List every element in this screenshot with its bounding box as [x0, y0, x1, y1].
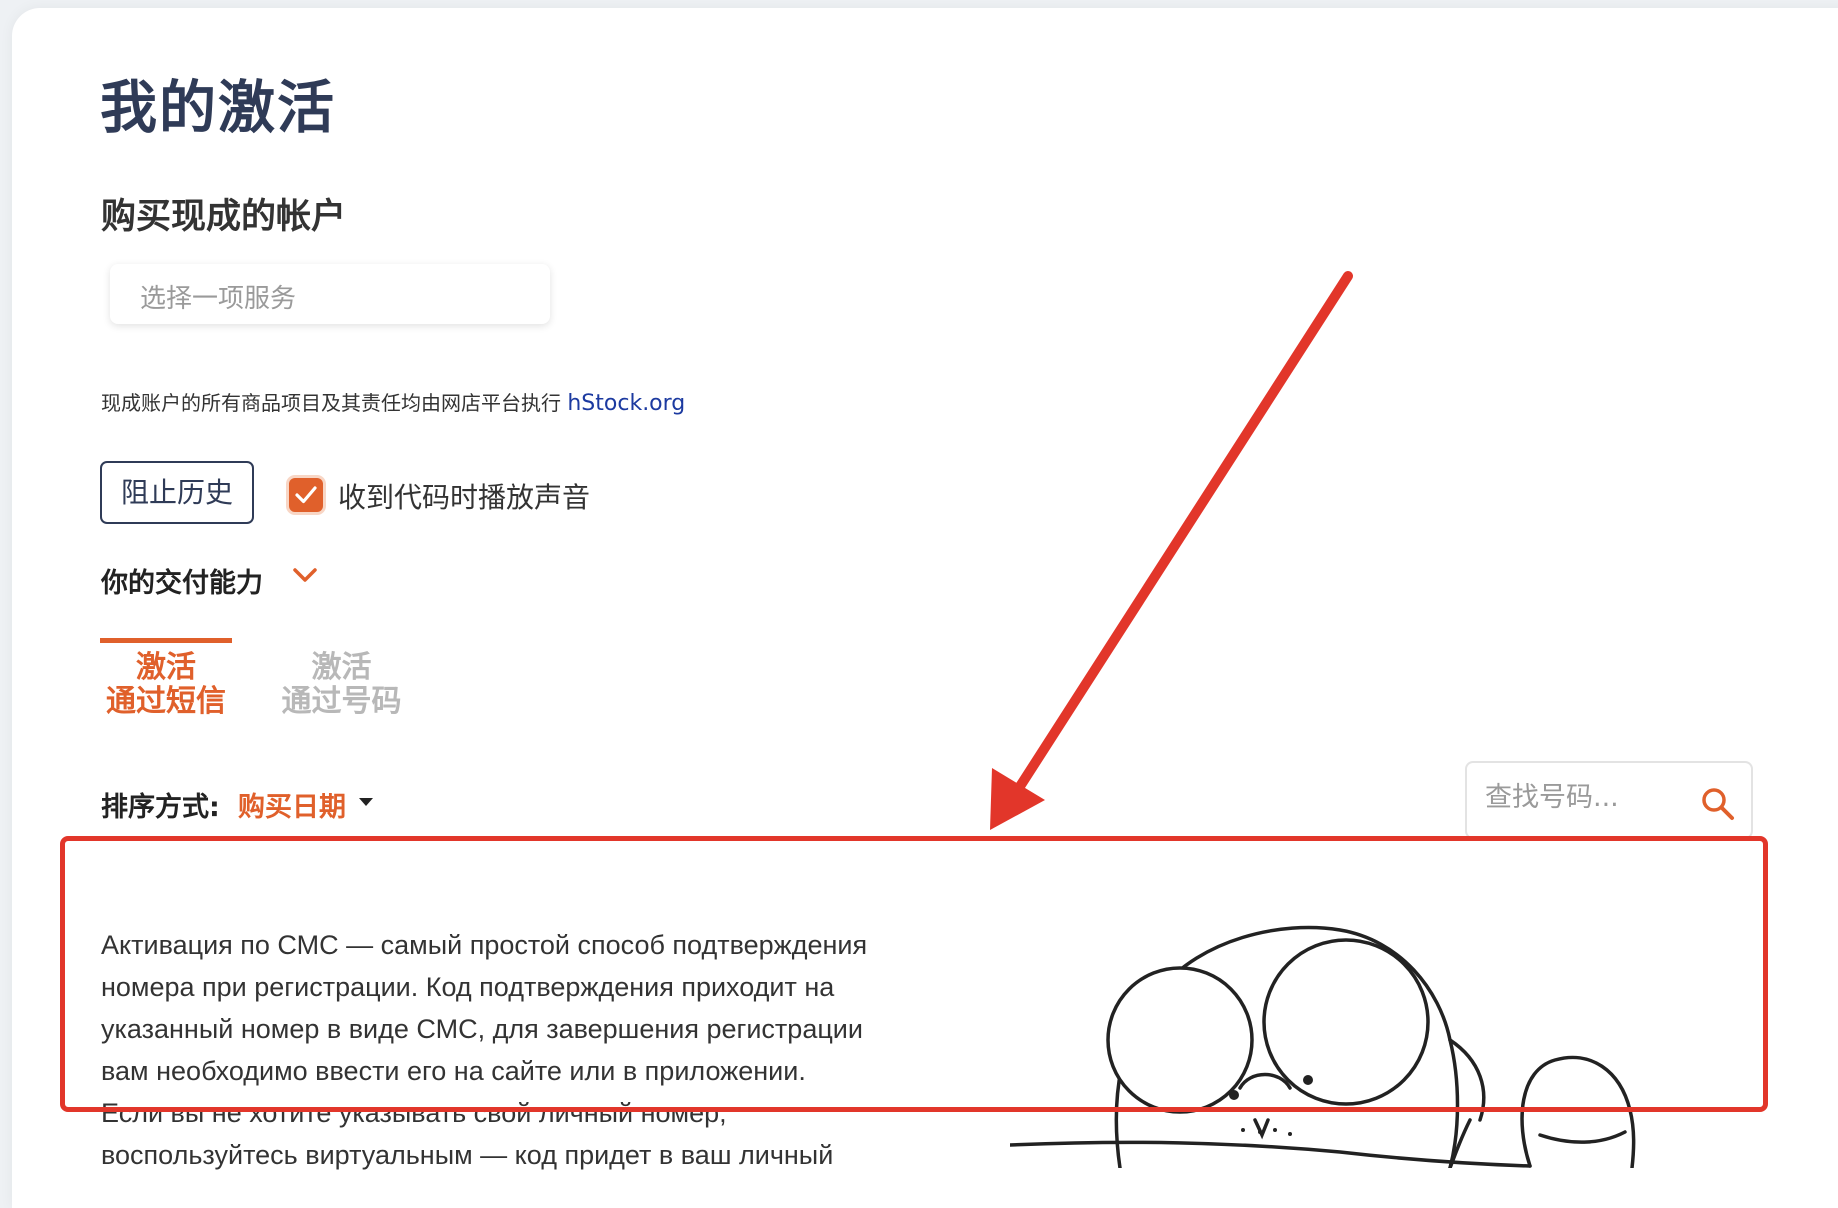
tab-number-line2: 通过号码 — [281, 684, 402, 719]
page-title: 我的激活 — [100, 75, 336, 141]
caret-down-icon[interactable] — [358, 797, 374, 807]
description-line: Если вы не хотите указывать свой личный … — [101, 1098, 727, 1128]
sound-checkbox[interactable] — [289, 478, 323, 512]
tab-number-activation[interactable]: 激活 通过号码 — [274, 638, 409, 719]
service-select-placeholder: 选择一项服务 — [140, 284, 297, 314]
service-select[interactable]: 选择一项服务 — [110, 264, 550, 324]
tab-sms-activation[interactable]: 激活 通过短信 — [100, 638, 232, 719]
check-icon — [295, 486, 317, 504]
search-box[interactable] — [1465, 761, 1753, 839]
description-line: вам необходимо ввести его на сайте или в… — [101, 1056, 806, 1086]
sort-dropdown[interactable]: 购买日期 — [238, 785, 346, 824]
sms-activation-description: Активация по СМС — самый простой способ … — [101, 924, 921, 1176]
description-line: Активация по СМС — самый простой способ … — [101, 930, 868, 960]
delivery-capability-toggle[interactable]: 你的交付能力 — [101, 561, 263, 600]
chevron-down-icon[interactable] — [292, 566, 318, 584]
notice: 现成账户的所有商品项目及其责任均由网店平台执行 hStock.org — [101, 387, 685, 416]
search-input[interactable] — [1483, 781, 1687, 814]
sound-checkbox-label[interactable]: 收到代码时播放声音 — [338, 476, 590, 516]
tab-sms-line1: 激活 — [136, 650, 196, 685]
hstock-link[interactable]: hStock.org — [567, 391, 685, 416]
description-line: указанный номер в виде СМС, для завершен… — [101, 1014, 863, 1044]
notice-text: 现成账户的所有商品项目及其责任均由网店平台执行 — [101, 391, 561, 415]
block-history-button[interactable]: 阻止历史 — [100, 461, 254, 524]
description-line: номера при регистрации. Код подтверждени… — [101, 972, 835, 1002]
buy-section-title: 购买现成的帐户 — [101, 197, 347, 237]
search-icon[interactable] — [1701, 787, 1735, 821]
description-line: воспользуйтесь виртуальным — код придет … — [101, 1140, 834, 1170]
sort-label: 排序方式: — [101, 792, 220, 823]
tab-number-line1: 激活 — [311, 650, 372, 685]
mascot-illustration — [1010, 925, 1636, 1168]
tab-sms-line2: 通过短信 — [106, 684, 226, 719]
